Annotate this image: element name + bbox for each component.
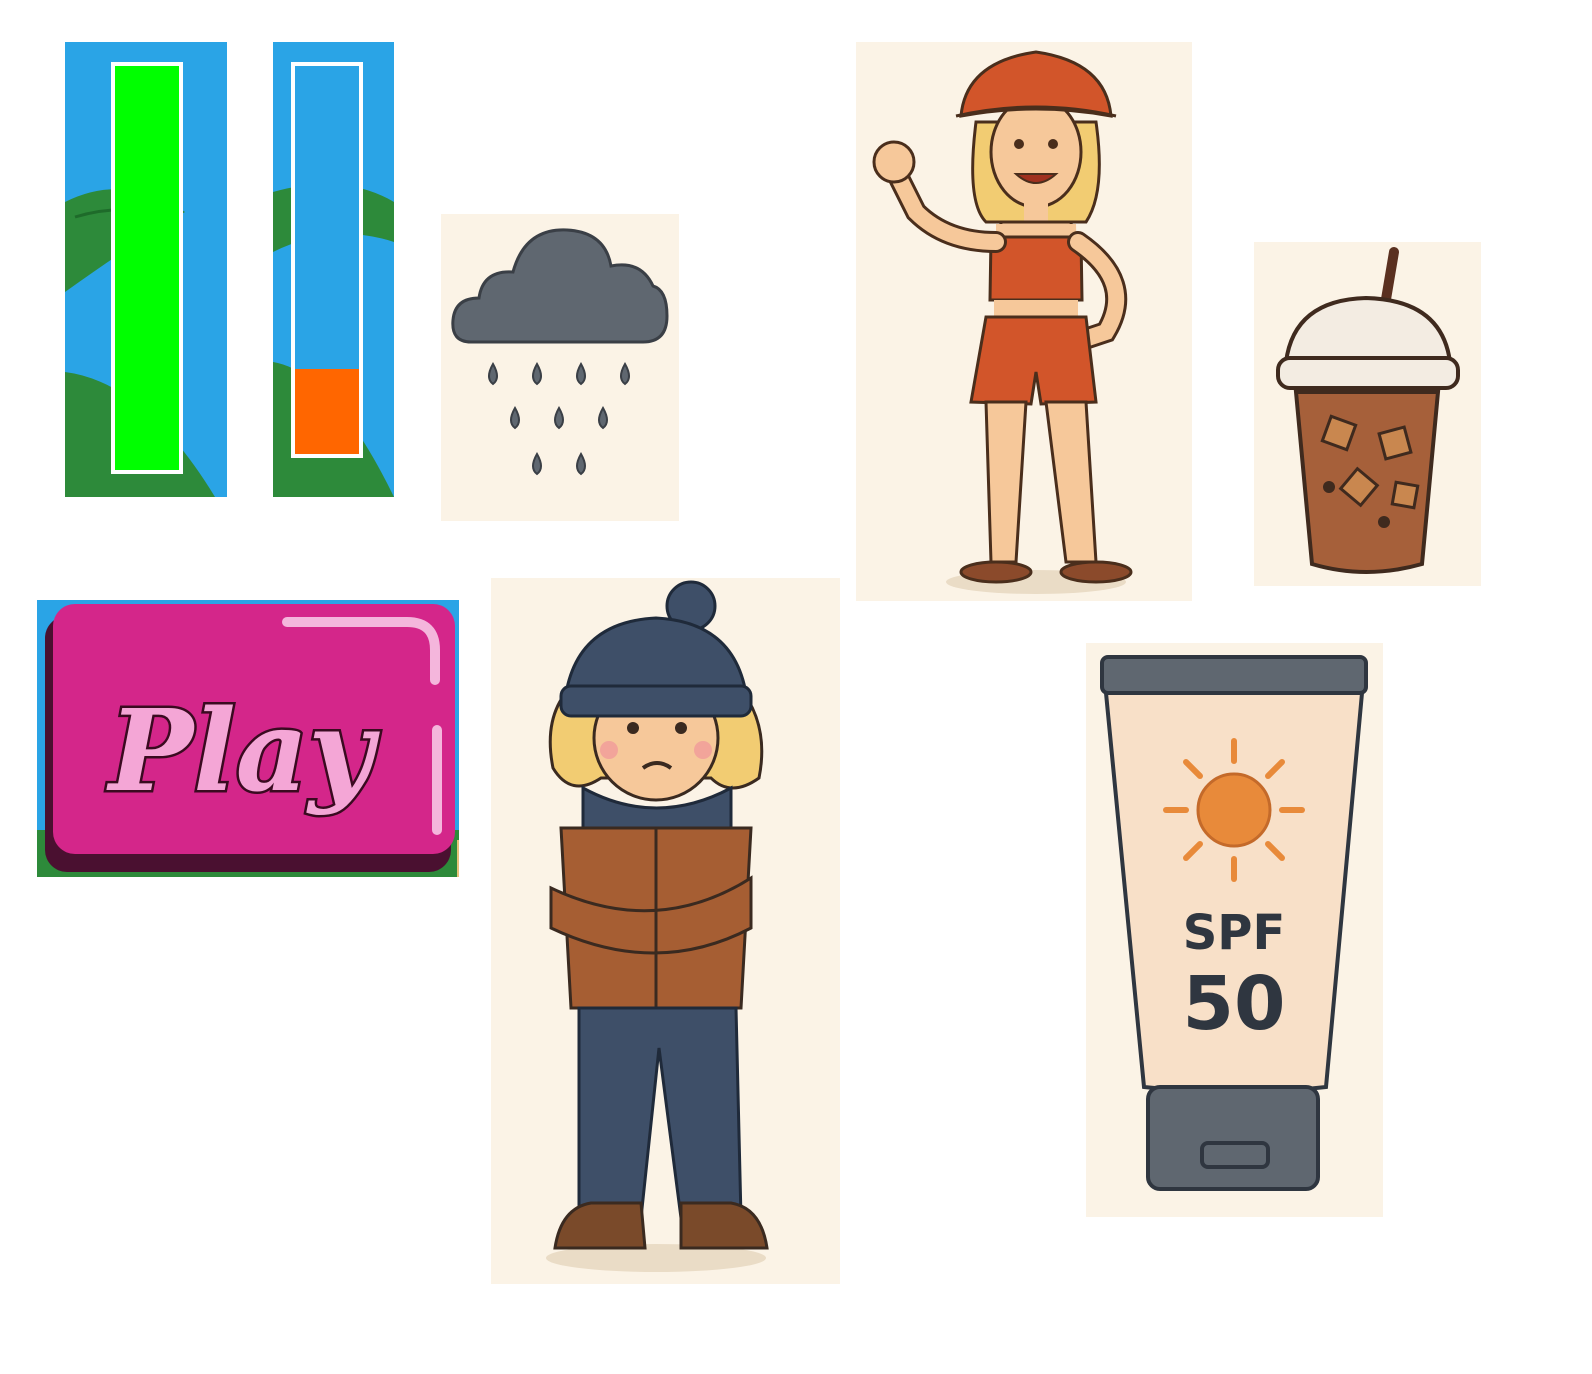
summer-character <box>856 42 1192 601</box>
energy-meter <box>273 42 394 497</box>
sunscreen-icon: SPF 50 <box>1086 643 1383 1217</box>
rain-cloud-icon <box>441 214 679 521</box>
spf-label: SPF <box>1183 905 1286 961</box>
spf-value: 50 <box>1183 961 1286 1047</box>
cold-character <box>491 578 840 1284</box>
play-button-label: Play <box>106 686 380 817</box>
sun-icon <box>1163 738 1305 882</box>
warmth-meter <box>65 42 227 497</box>
warmth-meter-fill <box>115 66 179 470</box>
play-button[interactable]: Play <box>37 600 459 877</box>
energy-meter-fill <box>295 369 359 454</box>
iced-coffee-icon <box>1254 242 1481 586</box>
